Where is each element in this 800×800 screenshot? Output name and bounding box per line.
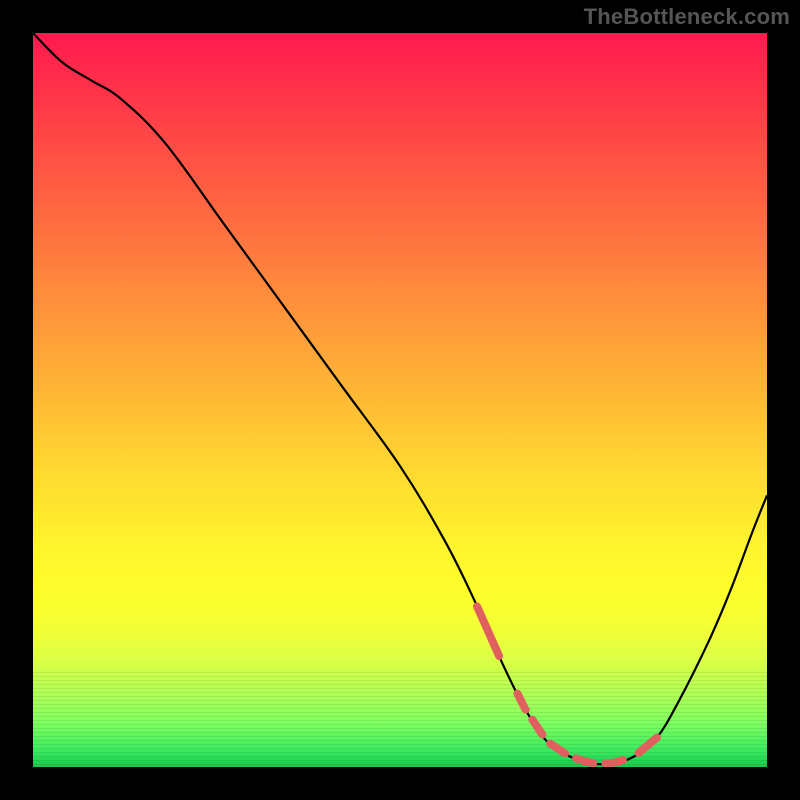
watermark-text: TheBottleneck.com <box>584 4 790 30</box>
chart-plot-area <box>33 33 767 767</box>
chart-overlay-svg <box>33 33 767 767</box>
bottleneck-curve <box>33 33 767 764</box>
optimal-range-marker <box>477 606 657 763</box>
